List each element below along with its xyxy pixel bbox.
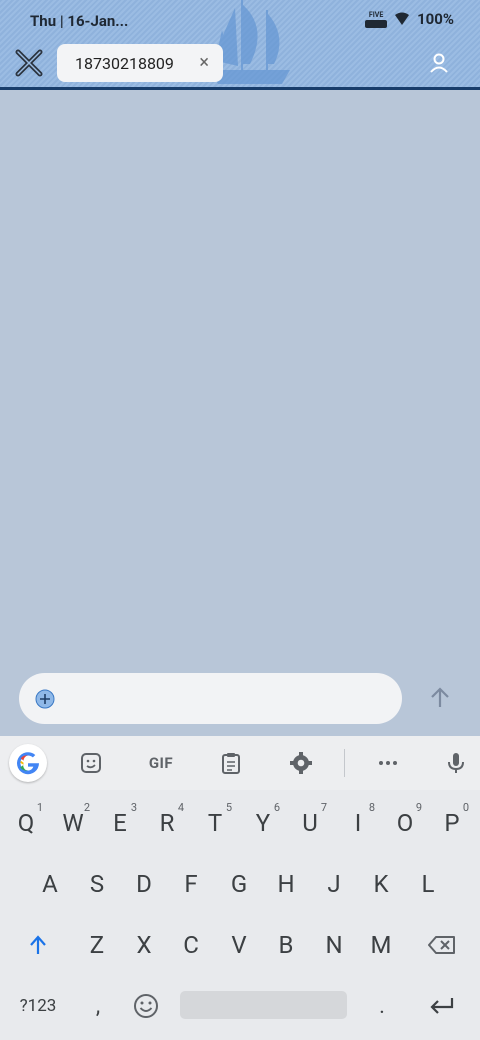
key-v[interactable]: V	[216, 919, 262, 971]
key-m[interactable]: M	[358, 919, 404, 971]
key-o[interactable]: O9	[382, 797, 428, 849]
key-q[interactable]: Q1	[3, 797, 49, 849]
status-icons: FIVE 100%	[365, 10, 454, 28]
key-label: T	[207, 809, 223, 837]
carrier-label: FIVE	[368, 10, 384, 19]
settings-gear-icon[interactable]	[286, 748, 316, 778]
gif-label: GIF	[148, 754, 174, 772]
key-hint: 3	[130, 801, 137, 814]
key-label: Q	[17, 809, 35, 837]
google-icon[interactable]	[9, 744, 47, 782]
key-label: O	[396, 809, 414, 837]
backspace-icon	[428, 936, 455, 954]
key-f[interactable]: F	[168, 858, 214, 910]
key-label: I	[354, 809, 362, 837]
key-t[interactable]: T5	[192, 797, 238, 849]
emoji-key[interactable]	[128, 980, 164, 1032]
shift-key[interactable]	[14, 919, 62, 971]
wifi-icon	[395, 12, 410, 25]
recipient-number: 18730218809	[75, 53, 174, 73]
key-j[interactable]: J	[311, 858, 357, 910]
microphone-icon[interactable]	[441, 748, 471, 778]
period-key[interactable]: .	[364, 980, 400, 1032]
key-label: Y	[255, 809, 271, 837]
key-hint: 1	[36, 801, 43, 814]
symbols-key[interactable]: ?123	[10, 980, 66, 1032]
enter-key[interactable]	[418, 980, 466, 1032]
gif-button[interactable]: GIF	[146, 748, 176, 778]
key-w[interactable]: W2	[50, 797, 96, 849]
keyboard: G I F Q 1 W 2 E 3 R 4 T 5 Y 6 U 7 I 8 O 9 …	[0, 736, 480, 1040]
key-label: W	[62, 809, 84, 837]
key-i[interactable]: I8	[335, 797, 381, 849]
shift-arrow-icon	[30, 935, 46, 954]
more-options-icon[interactable]	[373, 748, 403, 778]
keyboard-toolbar: GIF	[0, 736, 480, 790]
key-hint: 0	[462, 801, 469, 814]
enter-arrow-icon	[430, 998, 454, 1014]
add-attachment-icon[interactable]	[35, 689, 55, 709]
recipient-chip[interactable]: 18730218809 ×	[57, 44, 223, 82]
sticker-icon[interactable]	[76, 748, 106, 778]
toolbar-divider	[344, 749, 345, 777]
key-label: R	[159, 809, 175, 837]
key-hint: 9	[415, 801, 422, 814]
message-input[interactable]	[19, 673, 402, 724]
key-k[interactable]: K	[358, 858, 404, 910]
key-s[interactable]: S	[74, 858, 120, 910]
key-p[interactable]: P0	[429, 797, 475, 849]
key-y[interactable]: Y6	[240, 797, 286, 849]
key-g[interactable]: G	[216, 858, 262, 910]
signal-bar-icon	[365, 19, 388, 28]
key-z[interactable]: Z	[74, 919, 120, 971]
key-label: U	[302, 809, 318, 837]
backspace-key[interactable]	[418, 919, 466, 971]
clipboard-icon[interactable]	[216, 748, 246, 778]
key-c[interactable]: C	[168, 919, 214, 971]
battery-level: 100%	[417, 10, 454, 28]
key-hint: 7	[320, 801, 327, 814]
key-hint: 2	[83, 801, 90, 814]
emoji-icon	[134, 994, 158, 1018]
key-label: E	[113, 809, 127, 837]
remove-recipient-close-icon[interactable]: ×	[199, 52, 209, 73]
key-n[interactable]: N	[311, 919, 357, 971]
key-hint: 8	[368, 801, 375, 814]
key-d[interactable]: D	[121, 858, 167, 910]
send-arrow-icon[interactable]	[428, 686, 452, 710]
key-hint: 6	[273, 801, 280, 814]
key-x[interactable]: X	[121, 919, 167, 971]
comma-key[interactable]: ,	[80, 980, 116, 1032]
status-time: Thu | 16-Jan...	[30, 12, 129, 30]
key-b[interactable]: B	[263, 919, 309, 971]
key-r[interactable]: R4	[144, 797, 190, 849]
carrier-badge: FIVE	[365, 10, 388, 28]
key-h[interactable]: H	[263, 858, 309, 910]
key-u[interactable]: U7	[287, 797, 333, 849]
key-e[interactable]: E3	[97, 797, 143, 849]
key-hint: 4	[177, 801, 184, 814]
person-icon[interactable]	[428, 52, 450, 74]
key-a[interactable]: A	[27, 858, 73, 910]
app-header: Thu | 16-Jan... FIVE 100% 18730218809 ×	[0, 0, 480, 90]
key-hint: 5	[225, 801, 232, 814]
space-key[interactable]	[180, 991, 347, 1019]
key-l[interactable]: L	[405, 858, 451, 910]
app-logo-icon[interactable]	[14, 48, 44, 78]
key-label: P	[444, 809, 460, 837]
